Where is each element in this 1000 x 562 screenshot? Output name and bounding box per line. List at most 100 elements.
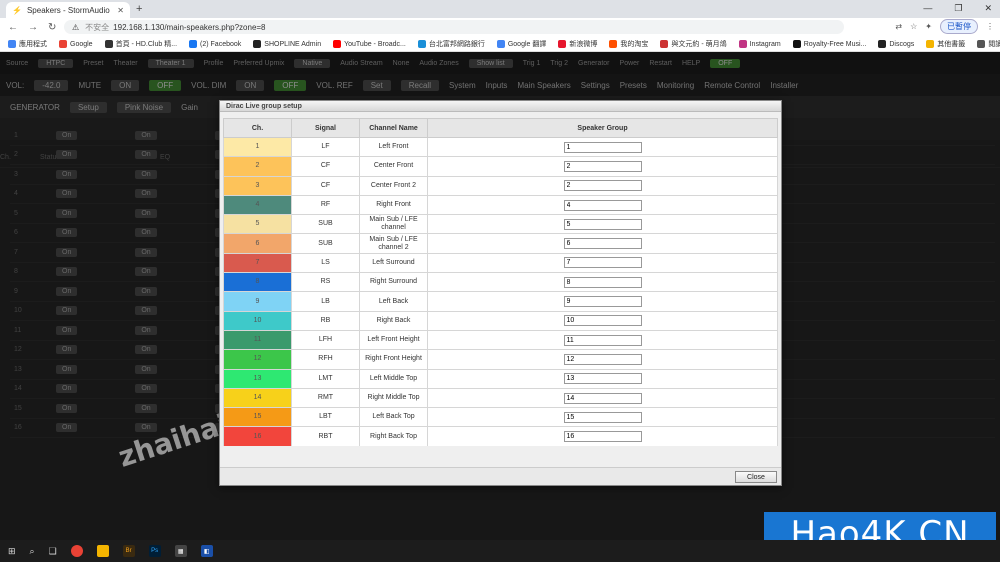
extensions-icon[interactable]: ✦ (925, 22, 932, 31)
channel-name-cell: Main Sub / LFE channel 2 (359, 233, 428, 254)
translate-icon[interactable]: ⇄ (895, 22, 902, 31)
bookmark-label: (2) Facebook (200, 40, 242, 48)
media-icon[interactable]: ▦ (174, 545, 187, 557)
speaker-group-cell (427, 310, 778, 331)
dialog-body: Ch. Signal Channel Name Speaker Group 1L… (223, 118, 778, 446)
bookmark-item[interactable]: (2) Facebook (189, 39, 242, 48)
speaker-group-input[interactable] (563, 334, 642, 346)
browser-actions: ⇄ ☆ ✦ 已暫停 ⋮ (895, 19, 994, 34)
channel-name-cell: Right Back (359, 310, 428, 331)
dialog-footer: Close (220, 467, 781, 485)
bookmark-item[interactable]: 新浪微博 (558, 39, 597, 49)
bookmark-label: 閱讀清單 (988, 40, 1000, 48)
back-icon[interactable]: ← (8, 22, 18, 33)
bookmark-item[interactable]: Discogs (878, 39, 914, 48)
bookmark-item[interactable]: YouTube - Broadc... (333, 39, 406, 48)
bookmark-item[interactable]: 其他書籤 (926, 39, 965, 49)
close-tab-icon[interactable]: ✕ (117, 6, 124, 15)
task-view-icon[interactable]: ❑ (49, 546, 57, 557)
col-ch: Ch. (223, 118, 292, 138)
speaker-group-cell (427, 407, 778, 428)
speaker-group-input[interactable] (563, 392, 642, 404)
bookmark-icon (189, 39, 198, 48)
forward-icon[interactable]: → (28, 22, 38, 33)
bookmark-item[interactable]: 與文元約 - 萌月鴿 (660, 39, 727, 49)
table-row: 1 LF Left Front (223, 136, 778, 158)
bookmark-icon (792, 39, 801, 48)
channel-name-cell: Right Middle Top (359, 387, 428, 409)
speaker-group-input[interactable] (563, 431, 642, 443)
menu-icon[interactable]: ⋮ (986, 22, 994, 31)
bookmark-icon (660, 39, 669, 48)
bookmark-label: Instagram (749, 40, 781, 48)
speaker-group-input[interactable] (563, 180, 642, 192)
bookmark-icon (8, 39, 16, 48)
bookmark-icon (738, 39, 747, 48)
profile-button[interactable]: 已暫停 (940, 19, 978, 34)
bookmark-item[interactable]: 我的淘宝 (609, 39, 648, 49)
bridge-icon[interactable]: Br (122, 545, 135, 557)
bookmark-item[interactable]: 首頁 - HD.Club 精... (104, 39, 177, 49)
channel-name-cell: Left Back (359, 291, 428, 312)
channel-number: 6 (223, 233, 292, 254)
channel-number: 15 (223, 407, 292, 428)
channel-number: 5 (223, 214, 292, 235)
channel-name-cell: Left Back Top (359, 407, 428, 428)
new-tab-icon[interactable]: + (136, 3, 142, 15)
speaker-group-input[interactable] (563, 296, 642, 308)
bookmark-icon (878, 39, 887, 48)
table-row: 4 RF Right Front (223, 194, 778, 216)
channel-name-cell: Right Back Top (359, 426, 428, 446)
signal-cell: RFH (291, 349, 360, 370)
minimize-icon[interactable]: — (923, 3, 932, 14)
speaker-group-input[interactable] (563, 218, 642, 230)
speaker-group-cell (427, 175, 778, 196)
col-signal: Signal (291, 118, 360, 138)
browser-tab[interactable]: ⚡ Speakers - StormAudio ✕ (6, 2, 130, 18)
speaker-group-input[interactable] (563, 276, 642, 288)
close-button[interactable]: Close (735, 471, 777, 483)
channel-name-cell: Left Front (359, 136, 428, 158)
bookmark-item[interactable]: Instagram (738, 39, 781, 48)
speaker-group-input[interactable] (563, 238, 642, 250)
speaker-group-input[interactable] (563, 315, 642, 327)
speaker-group-input[interactable] (563, 353, 642, 365)
bookmark-icon (104, 39, 113, 48)
signal-cell: LB (291, 291, 360, 312)
bookmark-item[interactable]: SHOPLINE Admin (253, 39, 321, 48)
speaker-group-cell (427, 329, 778, 351)
speaker-group-input[interactable] (563, 199, 642, 211)
speaker-group-input[interactable] (563, 373, 642, 385)
table-row: 6 SUB Main Sub / LFE channel 2 (223, 233, 778, 254)
search-icon[interactable]: ⌕ (30, 546, 35, 557)
bookmark-item[interactable]: Royalty-Free Musi... (792, 39, 866, 48)
table-row: 9 LB Left Back (223, 291, 778, 312)
app-icon[interactable]: ◧ (200, 545, 213, 557)
speaker-group-cell (427, 233, 778, 254)
bookmark-item[interactable]: Google 翻譯 (496, 39, 547, 49)
photoshop-icon[interactable]: Ps (148, 545, 161, 557)
chrome-icon[interactable] (70, 545, 83, 557)
table-row: 5 SUB Main Sub / LFE channel (223, 214, 778, 235)
speaker-group-cell (427, 368, 778, 389)
file-explorer-icon[interactable] (96, 545, 109, 557)
bookmark-item[interactable]: 台北富邦網路銀行 (417, 39, 485, 49)
windows-start-icon[interactable]: ⊞ (8, 546, 16, 557)
bookmark-item[interactable]: Google (59, 39, 93, 48)
bookmark-label: Google 翻譯 (507, 40, 547, 48)
maximize-icon[interactable]: ❐ (954, 3, 962, 14)
speaker-group-input[interactable] (563, 411, 642, 423)
close-window-icon[interactable]: ✕ (984, 3, 992, 14)
bookmark-item[interactable]: 閱讀清單 (977, 39, 1000, 49)
star-icon[interactable]: ☆ (910, 22, 917, 31)
table-row: 10 RB Right Back (223, 310, 778, 331)
speaker-group-input[interactable] (563, 141, 642, 153)
nav-buttons: ← → ↻ ⌂ (8, 22, 72, 33)
speaker-group-input[interactable] (563, 257, 642, 269)
url-field[interactable]: ⚠ 不安全 192.168.1.130/main-speakers.php?zo… (64, 20, 844, 34)
speaker-group-cell (427, 214, 778, 235)
speaker-group-input[interactable] (563, 160, 642, 172)
bookmark-item[interactable]: 應用程式 (8, 39, 47, 49)
lightning-icon: ⚡ (12, 5, 22, 15)
reload-icon[interactable]: ↻ (48, 22, 56, 33)
